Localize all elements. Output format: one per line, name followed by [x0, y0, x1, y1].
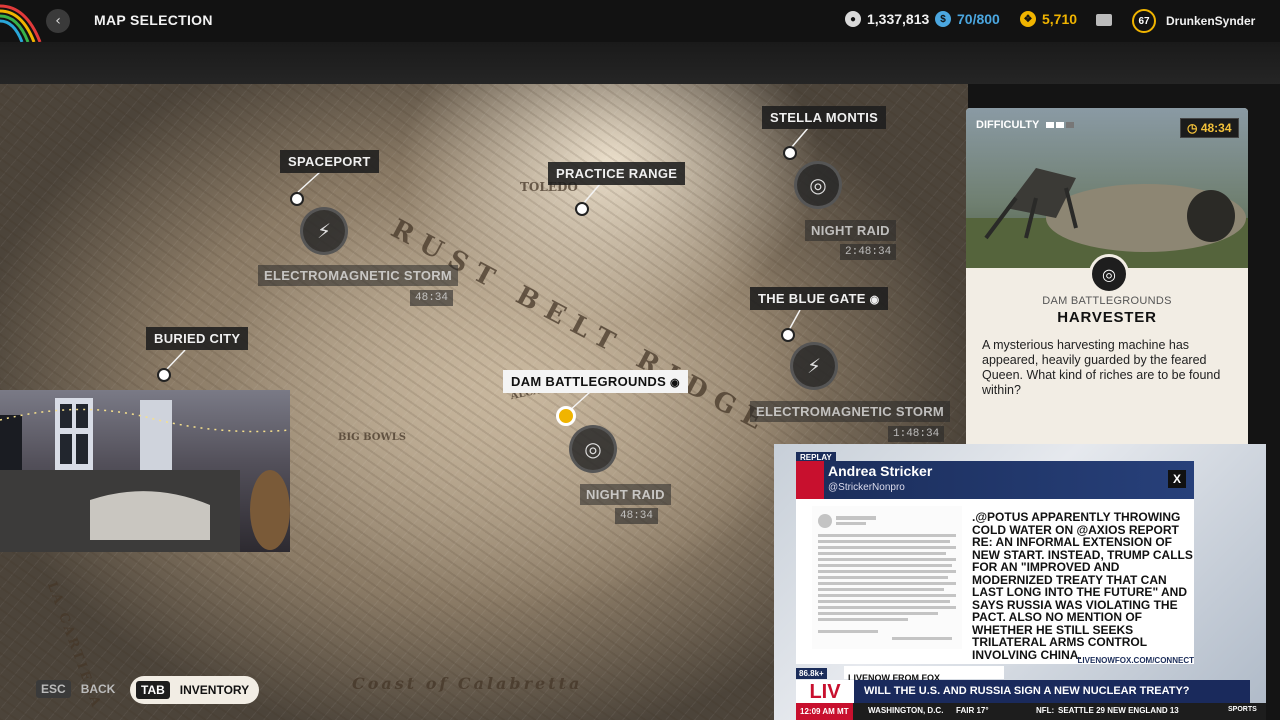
location-stella-montis[interactable]: STELLA MONTIS	[762, 106, 887, 129]
event-timer: 48:34	[410, 290, 454, 306]
lightning-icon[interactable]: ⚡	[790, 342, 838, 390]
ticker-sports: SPORTS	[1228, 706, 1257, 713]
event-time-badge: ◷ 48:34	[1180, 118, 1239, 138]
difficulty-indicator: DIFFICULTY	[976, 119, 1075, 131]
embedded-post-lines	[818, 514, 956, 640]
back-control[interactable]: ESC BACK	[36, 680, 115, 698]
card-event-name: HARVESTER	[1057, 309, 1157, 326]
location-spaceport[interactable]: SPACEPORT	[280, 150, 379, 173]
event-timer: 1:48:34	[888, 426, 945, 442]
tokens-value: 70/800	[957, 11, 1000, 27]
tweet-author: Andrea Stricker	[828, 463, 933, 479]
ticker-score: SEATTLE 29 NEW ENGLAND 13	[1058, 706, 1179, 715]
night-raid-icon[interactable]: ◎	[794, 161, 842, 209]
news-source-url: LIVENOWFOX.COM/CONNECT	[1077, 656, 1194, 665]
ticker-score-label: NFL:	[1036, 706, 1055, 715]
tweet-handle: @StrickerNonpro	[828, 482, 905, 493]
coins-value: 1,337,813	[867, 11, 930, 27]
ticker-time: 12:09 AM MT	[796, 703, 853, 720]
event-label: NIGHT RAID	[805, 220, 896, 241]
night-raid-icon[interactable]: ◎	[569, 425, 617, 473]
location-marker[interactable]	[783, 146, 797, 160]
page-title: MAP SELECTION	[94, 12, 213, 28]
location-marker[interactable]	[290, 192, 304, 206]
news-overlay: REPLAY Andrea Stricker @StrickerNonpro X…	[774, 444, 1266, 720]
clock-icon: ◷	[1187, 121, 1198, 135]
credits-counter: ❖ 5,710	[1020, 11, 1077, 27]
credits-value: 5,710	[1042, 11, 1078, 27]
location-marker[interactable]	[781, 328, 795, 342]
webcam-scene	[0, 398, 290, 552]
username[interactable]: DrunkenSynder	[1166, 14, 1255, 28]
event-timer: 48:34	[615, 508, 659, 524]
tab-key: TAB	[136, 681, 170, 699]
inventory-button[interactable]: TAB INVENTORY	[130, 676, 260, 704]
event-label: ELECTROMAGNETIC STORM	[750, 401, 951, 422]
event-timer: 2:48:34	[840, 244, 897, 260]
target-icon: ◉	[670, 377, 680, 389]
news-headline: WILL THE U.S. AND RUSSIA SIGN A NEW NUCL…	[864, 685, 1190, 697]
location-the-blue-gate[interactable]: THE BLUE GATE ◉	[750, 287, 888, 310]
tweet-text: .@POTUS APPARENTLY THROWING COLD WATER O…	[972, 510, 1193, 662]
bottom-ticker: 12:09 AM MT WASHINGTON, D.C. FAIR 17° NF…	[796, 703, 1266, 720]
chevron-left-icon: ‹	[55, 13, 61, 29]
back-label: BACK	[80, 682, 116, 696]
embedded-post-image	[812, 506, 962, 649]
location-buried-city[interactable]: BURIED CITY	[146, 327, 249, 350]
tweet-header: Andrea Stricker @StrickerNonpro X	[796, 461, 1194, 499]
token-icon: $	[935, 11, 951, 27]
player-level-badge: 67	[1132, 9, 1156, 33]
location-marker[interactable]	[575, 202, 589, 216]
selected-location-marker[interactable]	[556, 406, 576, 426]
fox-flag-icon	[796, 461, 824, 499]
ticker-weather: FAIR 17°	[956, 706, 989, 715]
webcam-overlay	[0, 390, 290, 552]
x-logo-icon: X	[1168, 470, 1186, 488]
mail-icon[interactable]	[1096, 14, 1112, 26]
card-description: A mysterious harvesting machine has appe…	[982, 338, 1221, 397]
channel-bar: LIVENOW FROM FOX	[844, 666, 1004, 683]
esc-key: ESC	[36, 680, 71, 698]
location-name: THE BLUE GATE	[758, 291, 866, 306]
viewer-count: 86.8k+	[796, 668, 827, 679]
card-map-name: DAM BATTLEGROUNDS	[1042, 295, 1172, 307]
event-label: ELECTROMAGNETIC STORM	[258, 265, 459, 286]
location-marker[interactable]	[157, 368, 171, 382]
inventory-label: INVENTORY	[179, 683, 250, 697]
lock-icon: ◉	[869, 294, 880, 306]
header-band	[0, 42, 1280, 84]
back-arrow-button[interactable]: ‹	[46, 9, 70, 33]
credits-icon: ❖	[1020, 11, 1036, 27]
harvester-event-icon: ◎	[1089, 254, 1129, 294]
location-dam-battlegrounds[interactable]: DAM BATTLEGROUNDS ◉	[503, 370, 688, 393]
coin-icon: ●	[845, 11, 861, 27]
ticker-city: WASHINGTON, D.C.	[868, 706, 944, 715]
event-time: 48:34	[1200, 121, 1232, 135]
tokens-counter: $ 70/800	[935, 11, 1000, 27]
brand-stripes	[0, 0, 48, 42]
lightning-icon[interactable]: ⚡	[300, 207, 348, 255]
difficulty-label: DIFFICULTY	[976, 119, 1040, 131]
headline-bar: LIV WILL THE U.S. AND RUSSIA SIGN A NEW …	[796, 680, 1250, 704]
coins-counter: ● 1,337,813	[845, 11, 929, 27]
location-name: DAM BATTLEGROUNDS	[511, 374, 667, 389]
event-label: NIGHT RAID	[580, 484, 671, 505]
event-card[interactable]: DIFFICULTY ◷ 48:34 ◎ DAM BATTLEGROUNDS H…	[966, 108, 1248, 448]
livenow-logo-icon: LIV	[796, 680, 854, 704]
location-practice-range[interactable]: PRACTICE RANGE	[548, 162, 686, 185]
